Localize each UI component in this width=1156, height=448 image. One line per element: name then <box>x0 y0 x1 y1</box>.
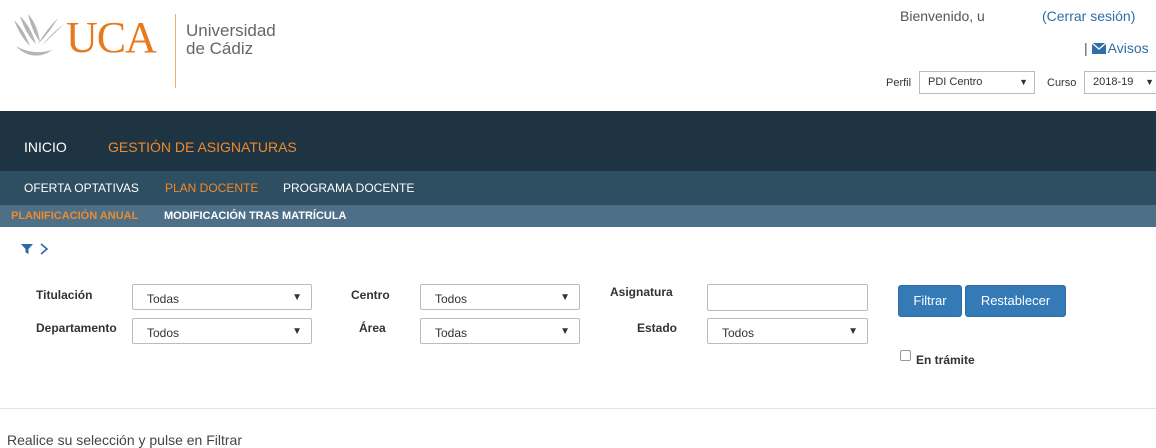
chevron-down-icon: ▼ <box>292 326 302 337</box>
logout-link[interactable]: (Cerrar sesión) <box>1042 8 1135 24</box>
university-name-line1: Universidad <box>186 21 276 40</box>
chevron-down-icon: ▼ <box>1145 77 1154 87</box>
secondary-nav: OFERTA OPTATIVAS PLAN DOCENTE PROGRAMA D… <box>0 171 1156 205</box>
restablecer-button[interactable]: Restablecer <box>965 285 1066 317</box>
perfil-label: Perfil <box>886 77 912 89</box>
nav-plan-docente[interactable]: PLAN DOCENTE <box>165 181 258 195</box>
welcome-text: Bienvenido, u <box>900 8 985 24</box>
nav-planificacion-anual[interactable]: PLANIFICACIÓN ANUAL <box>11 210 138 222</box>
chevron-down-icon: ▼ <box>848 326 858 337</box>
nav-inicio[interactable]: INICIO <box>24 139 67 155</box>
centro-select-value: Todos <box>435 292 468 306</box>
chevron-down-icon: ▼ <box>560 292 570 303</box>
nav-gestion-asignaturas[interactable]: GESTIÓN DE ASIGNATURAS <box>108 139 297 155</box>
area-label: Área <box>359 321 386 335</box>
departamento-select[interactable]: Todos ▼ <box>132 318 312 344</box>
tertiary-nav: PLANIFICACIÓN ANUAL MODIFICACIÓN TRAS MA… <box>0 205 1156 227</box>
chevron-down-icon: ▼ <box>292 292 302 303</box>
nav-programa-docente[interactable]: PROGRAMA DOCENTE <box>283 181 414 195</box>
nav-modificacion-tras-matricula[interactable]: MODIFICACIÓN TRAS MATRÍCULA <box>164 210 347 222</box>
en-tramite-checkbox[interactable] <box>900 350 911 361</box>
asignatura-input[interactable] <box>707 284 868 311</box>
envelope-icon <box>1091 43 1106 54</box>
filter-toggle[interactable] <box>21 242 49 260</box>
nav-oferta-optativas[interactable]: OFERTA OPTATIVAS <box>24 181 139 195</box>
estado-select-value: Todos <box>722 326 755 340</box>
uca-bird-emblem-icon <box>14 14 64 56</box>
titulacion-select[interactable]: Todas ▼ <box>132 284 312 310</box>
chevron-down-icon: ▼ <box>560 326 570 337</box>
centro-label: Centro <box>351 288 390 302</box>
logo-divider <box>175 14 176 88</box>
en-tramite-label: En trámite <box>916 353 975 367</box>
instruction-text: Realice su selección y pulse en Filtrar <box>7 432 242 448</box>
university-name: Universidad de Cádiz <box>186 22 276 58</box>
centro-select[interactable]: Todos ▼ <box>420 284 580 310</box>
primary-nav: INICIO GESTIÓN DE ASIGNATURAS <box>0 111 1156 171</box>
avisos-link[interactable]: | Avisos <box>1084 40 1149 56</box>
uca-wordmark: UCA <box>66 13 157 62</box>
titulacion-select-value: Todas <box>147 292 180 306</box>
departamento-select-value: Todos <box>147 326 180 340</box>
uca-wordmark-text: UCA <box>66 13 157 62</box>
estado-label: Estado <box>637 321 678 335</box>
curso-select[interactable]: 2018-19 ▼ <box>1084 71 1156 94</box>
area-select-value: Todas <box>435 326 468 340</box>
estado-select[interactable]: Todos ▼ <box>707 318 868 344</box>
titulacion-label: Titulación <box>36 288 93 302</box>
area-select[interactable]: Todas ▼ <box>420 318 580 344</box>
chevron-down-icon: ▼ <box>1019 77 1028 87</box>
filter-icon <box>21 244 33 254</box>
avisos-separator: | <box>1084 40 1088 56</box>
asignatura-label: Asignatura <box>610 285 673 299</box>
uca-logo[interactable]: UCA Universidad de Cádiz <box>8 12 278 88</box>
perfil-select-value: PDI Centro <box>928 76 983 88</box>
curso-label: Curso <box>1047 77 1077 89</box>
university-name-line2: de Cádiz <box>186 39 254 58</box>
curso-select-value: 2018-19 <box>1093 76 1134 88</box>
chevron-right-icon <box>40 243 49 255</box>
avisos-label: Avisos <box>1107 40 1149 56</box>
section-divider <box>0 408 1156 409</box>
departamento-label: Departamento <box>36 321 117 335</box>
perfil-select[interactable]: PDI Centro ▼ <box>919 71 1035 94</box>
filtrar-button[interactable]: Filtrar <box>898 285 962 317</box>
